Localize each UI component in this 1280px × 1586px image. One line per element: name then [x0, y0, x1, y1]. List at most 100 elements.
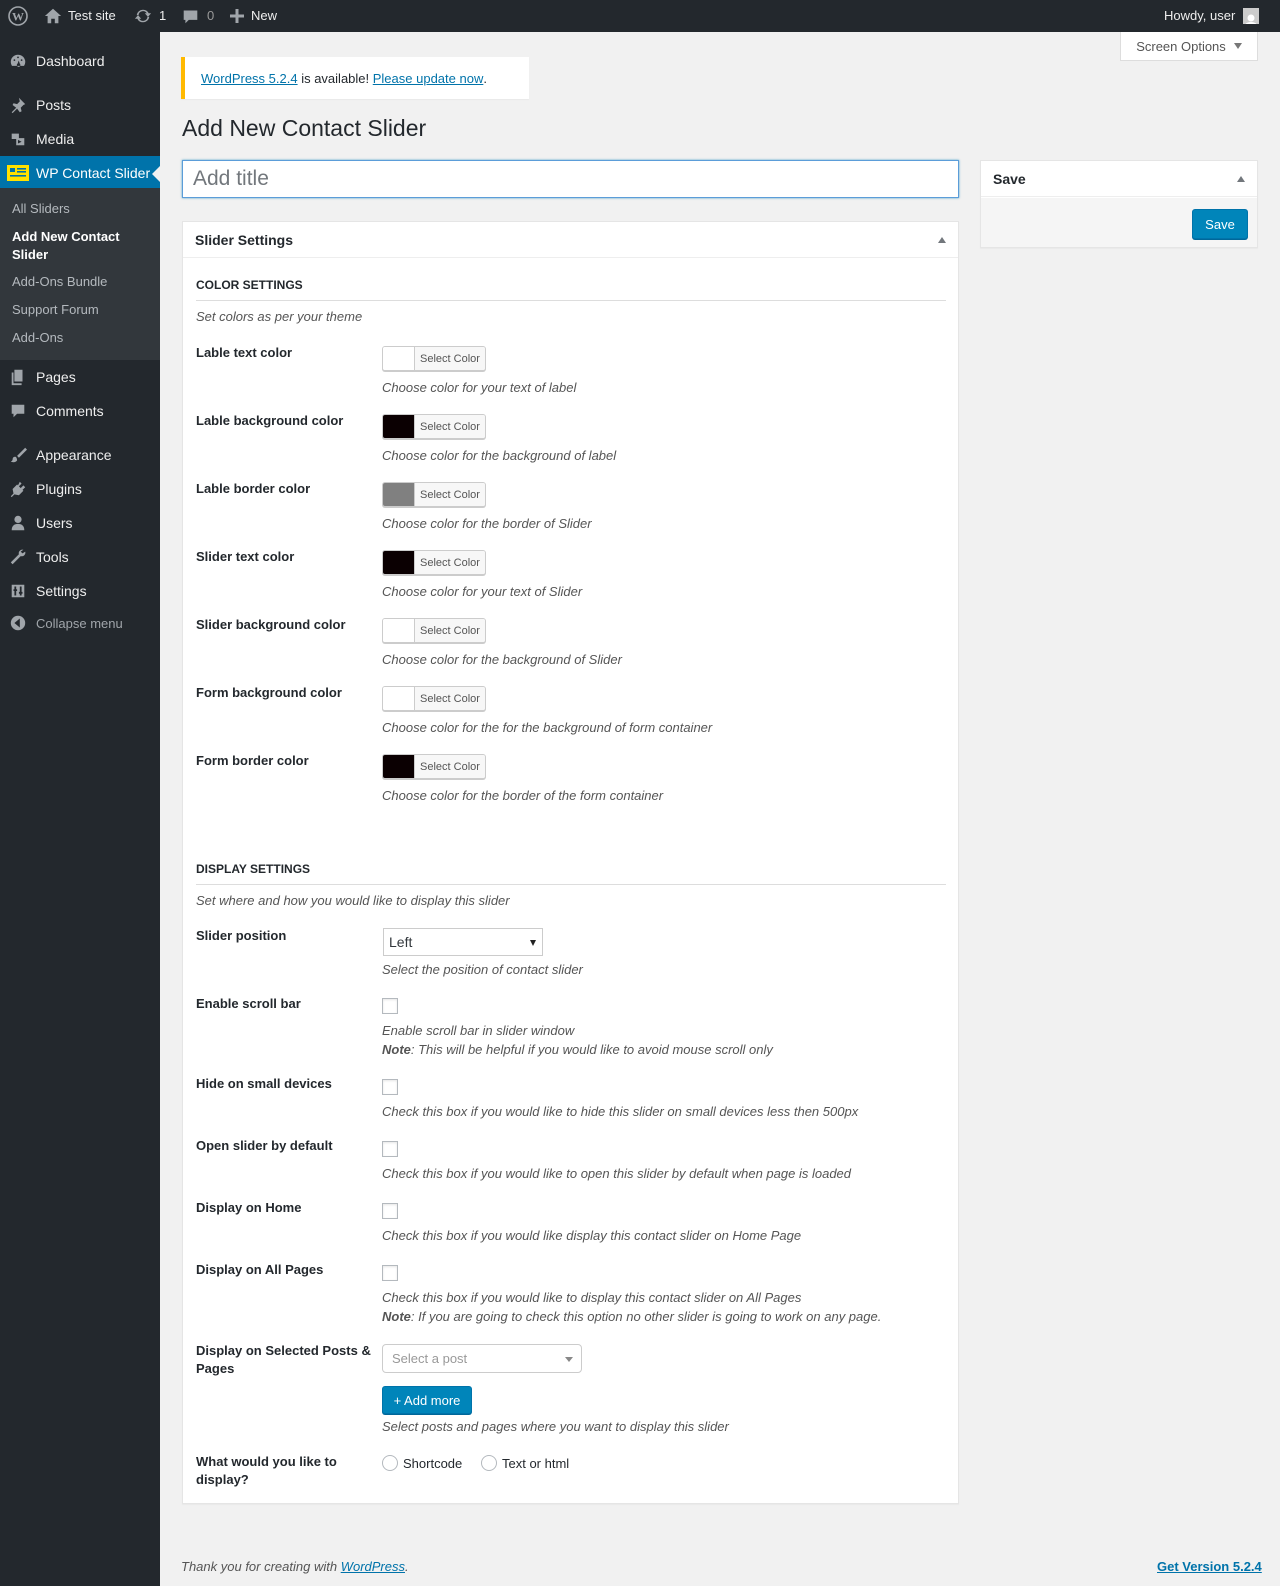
menu-plugins[interactable]: Plugins	[0, 472, 160, 506]
user-avatar-icon	[1245, 14, 1257, 24]
color-swatch[interactable]	[383, 483, 415, 506]
save-box-title: Save	[993, 170, 1026, 187]
contact-slider-submenu: All Sliders Add New Contact Slider Add-O…	[0, 188, 160, 360]
my-account-link[interactable]: Howdy, user	[1164, 0, 1260, 32]
menu-media[interactable]: Media	[0, 122, 160, 156]
footer-thanks-text: Thank you for creating with	[181, 1559, 341, 1574]
updates-link[interactable]: 1	[134, 0, 166, 32]
title-input[interactable]	[182, 160, 959, 198]
color-picker-button[interactable]: Select Color	[382, 754, 486, 779]
collapse-menu-button[interactable]: Collapse menu	[0, 606, 160, 640]
color-field-label: Lable background color	[196, 413, 344, 428]
display-home-checkbox[interactable]	[382, 1203, 398, 1219]
media-icon	[0, 130, 36, 148]
color-swatch[interactable]	[383, 755, 415, 778]
slider-settings-title: Slider Settings	[195, 231, 294, 248]
wordpress-link[interactable]: WordPress	[341, 1559, 405, 1574]
color-field-label: Form background color	[196, 685, 342, 700]
scroll-bar-checkbox[interactable]	[382, 998, 398, 1014]
color-picker-button[interactable]: Select Color	[382, 686, 486, 711]
hide-small-checkbox[interactable]	[382, 1079, 398, 1095]
note-text: : This will be helpful if you would like…	[410, 1042, 773, 1057]
color-field-help: Choose color for your text of label	[382, 380, 577, 395]
add-more-button[interactable]: + Add more	[382, 1386, 472, 1414]
slider-settings-header[interactable]: Slider Settings	[183, 222, 958, 258]
color-picker-button[interactable]: Select Color	[382, 414, 486, 439]
site-name: Test site	[68, 8, 116, 23]
menu-comments[interactable]: Comments	[0, 394, 160, 428]
color-picker-button[interactable]: Select Color	[382, 550, 486, 575]
scroll-bar-help: Enable scroll bar in slider window	[382, 1023, 575, 1038]
note-label: Note	[382, 1042, 411, 1057]
select-color-label[interactable]: Select Color	[415, 551, 485, 574]
select-color-label[interactable]: Select Color	[415, 415, 485, 438]
select-post-dropdown[interactable]: Select a post	[382, 1344, 582, 1373]
admin-bar: W Test site 1 0 New Howdy, user	[0, 0, 1280, 32]
select-color-label[interactable]: Select Color	[415, 483, 485, 506]
toggle-arrow-icon[interactable]	[938, 237, 946, 243]
notice-end: .	[483, 70, 487, 86]
text-html-radio[interactable]	[481, 1455, 497, 1471]
menu-label: Media	[36, 131, 75, 147]
select-color-label[interactable]: Select Color	[415, 755, 485, 778]
open-default-checkbox[interactable]	[382, 1141, 398, 1157]
display-all-note: Note: If you are going to check this opt…	[382, 1307, 881, 1326]
save-button[interactable]: Save	[1192, 209, 1248, 239]
color-swatch[interactable]	[383, 415, 415, 438]
new-content-link[interactable]: New	[230, 0, 277, 32]
color-field-label: Lable text color	[196, 345, 293, 360]
submenu-support-forum[interactable]: Support Forum	[12, 301, 99, 319]
note-label: Note	[382, 1309, 411, 1324]
save-box-header[interactable]: Save	[981, 161, 1257, 197]
display-what-label: What would you like to display?	[196, 1454, 337, 1487]
menu-wp-contact-slider[interactable]: WP Contact Slider	[0, 156, 160, 190]
color-picker-button[interactable]: Select Color	[382, 346, 486, 371]
note-text: : If you are going to check this option …	[410, 1309, 882, 1324]
site-name-link[interactable]: Test site	[44, 0, 116, 32]
screen-options-button[interactable]: Screen Options	[1120, 32, 1258, 61]
collapse-icon	[0, 614, 36, 632]
menu-label: Dashboard	[36, 53, 105, 69]
color-picker-button[interactable]: Select Color	[382, 618, 486, 643]
menu-label: Users	[36, 515, 73, 531]
slider-position-select[interactable]: Left	[383, 928, 543, 956]
menu-users[interactable]: Users	[0, 506, 160, 540]
color-swatch[interactable]	[383, 347, 415, 370]
select-color-label[interactable]: Select Color	[415, 347, 485, 370]
menu-settings[interactable]: Settings	[0, 574, 160, 608]
text-html-radio-label[interactable]: Text or html	[502, 1456, 569, 1471]
select-arrow-icon	[565, 1357, 573, 1362]
toggle-arrow-icon[interactable]	[1237, 176, 1245, 182]
menu-posts[interactable]: Posts	[0, 88, 160, 122]
select-color-label[interactable]: Select Color	[415, 687, 485, 710]
selected-posts-help: Select posts and pages where you want to…	[382, 1419, 729, 1434]
menu-dashboard[interactable]: Dashboard	[0, 44, 160, 78]
menu-tools[interactable]: Tools	[0, 540, 160, 574]
comments-link[interactable]: 0	[182, 0, 214, 32]
color-settings-heading: COLOR SETTINGS	[196, 278, 946, 301]
color-field-help: Choose color for the border of the form …	[382, 788, 664, 803]
menu-appearance[interactable]: Appearance	[0, 438, 160, 472]
shortcode-radio[interactable]	[382, 1455, 398, 1471]
get-version-link[interactable]: Get Version 5.2.4	[1157, 1559, 1262, 1574]
color-picker-button[interactable]: Select Color	[382, 482, 486, 507]
display-all-checkbox[interactable]	[382, 1265, 398, 1281]
wordpress-version-link[interactable]: WordPress 5.2.4	[201, 71, 298, 86]
shortcode-radio-label[interactable]: Shortcode	[403, 1456, 462, 1471]
submenu-add-new-contact-slider[interactable]: Add New Contact Slider	[12, 228, 142, 264]
color-swatch[interactable]	[383, 619, 415, 642]
menu-pages[interactable]: Pages	[0, 360, 160, 394]
color-swatch[interactable]	[383, 687, 415, 710]
menu-label: Comments	[36, 403, 104, 419]
update-now-link[interactable]: Please update now	[373, 71, 484, 86]
slider-position-value: Left	[389, 934, 413, 950]
display-settings-heading: DISPLAY SETTINGS	[196, 862, 946, 885]
select-color-label[interactable]: Select Color	[415, 619, 485, 642]
color-field-label: Form border color	[196, 753, 309, 768]
color-field-help: Choose color for the border of Slider	[382, 516, 592, 531]
submenu-add-ons-bundle[interactable]: Add-Ons Bundle	[12, 273, 107, 291]
color-swatch[interactable]	[383, 551, 415, 574]
wordpress-logo-icon[interactable]: W	[8, 0, 28, 32]
submenu-all-sliders[interactable]: All Sliders	[12, 200, 70, 218]
submenu-add-ons[interactable]: Add-Ons	[12, 329, 63, 347]
